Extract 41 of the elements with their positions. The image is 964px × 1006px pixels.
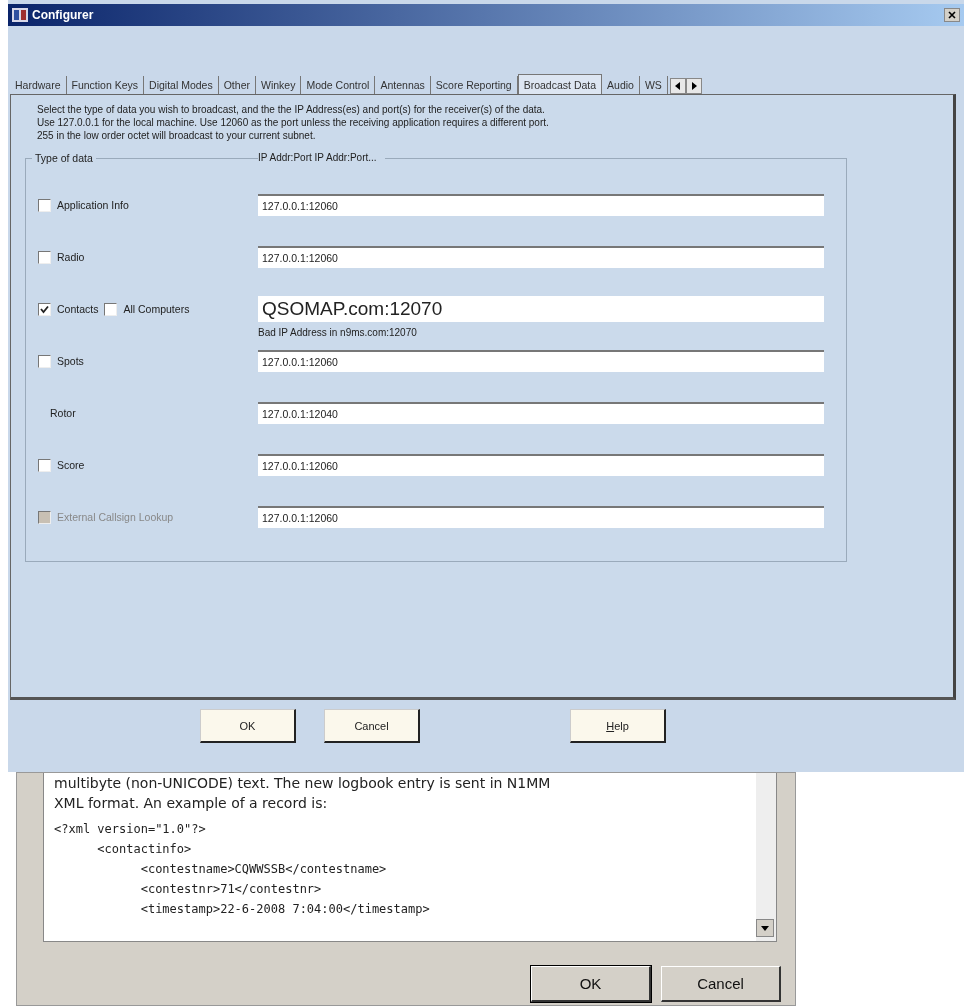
app-icon: [12, 8, 28, 22]
checkbox[interactable]: [38, 510, 51, 524]
description-text: XML format. An example of a record is:: [54, 794, 329, 813]
ok-button[interactable]: OK: [531, 966, 651, 1002]
checkbox-label[interactable]: Application Info: [57, 199, 129, 211]
close-button[interactable]: [944, 8, 960, 22]
tab[interactable]: Broadcast Data: [517, 74, 603, 94]
error-text: Bad IP Address in n9ms.com:12070: [258, 327, 417, 338]
address-field[interactable]: 127.0.0.1:12060: [258, 350, 824, 372]
xml-code: <?xml version="1.0"?> <contactinfo> <contestname>CQWWSSB</contestname> <contestnr>71</contestnr> <timestamp>22-6-2008 7:04:00</timestamp>: [54, 821, 431, 918]
checkbox[interactable]: [38, 198, 51, 212]
checkbox[interactable]: [38, 250, 51, 264]
address-field[interactable]: 127.0.0.1:12060: [258, 194, 824, 216]
group-title: Type of data: [32, 152, 96, 164]
ok-button[interactable]: OK: [200, 709, 296, 743]
checkbox[interactable]: [38, 302, 51, 316]
checkbox-label[interactable]: All Computers: [123, 303, 190, 315]
scroll-left-icon[interactable]: [669, 78, 686, 94]
checkbox-label[interactable]: Spots: [57, 355, 84, 367]
address-field[interactable]: 127.0.0.1:12060: [258, 506, 824, 528]
checkbox-label[interactable]: Radio: [57, 251, 85, 263]
checkbox[interactable]: [104, 302, 118, 316]
address-field[interactable]: 127.0.0.1:12060: [258, 454, 824, 476]
checkbox-label[interactable]: Contacts: [57, 303, 99, 315]
column-heading: IP Addr:Port IP Addr:Port...: [258, 152, 385, 163]
window-title: Configurer: [32, 8, 95, 22]
checkbox[interactable]: [38, 458, 51, 472]
cancel-button[interactable]: Cancel: [324, 709, 420, 743]
checkbox-label: External Callsign Lookup: [57, 511, 174, 523]
description-text: Select the type of data you wish to broadcast, and the the IP Address(es) and port(s) for the receiver(s) of the data. Use 127.0.0.1 for the local machine. Use 12060 as the port unless the receiving application requires a different port. 255 in the low order octet will broadcast to your current subnet.: [36, 103, 550, 142]
close-icon: [948, 11, 956, 19]
scroll-down-icon[interactable]: [756, 919, 774, 937]
help-button[interactable]: Help: [570, 709, 666, 743]
address-field[interactable]: 127.0.0.1:12060: [258, 246, 824, 268]
checkbox[interactable]: [38, 354, 51, 368]
row-label: Rotor: [49, 407, 76, 419]
address-field[interactable]: QSOMAP.com:12070: [258, 296, 824, 322]
cancel-button[interactable]: Cancel: [661, 966, 781, 1002]
checkbox-label[interactable]: Score: [57, 459, 85, 471]
address-field[interactable]: 127.0.0.1:12040: [258, 402, 824, 424]
description-text: multibyte (non-UNICODE) text. The new logbook entry is sent in N1MM: [54, 774, 552, 793]
